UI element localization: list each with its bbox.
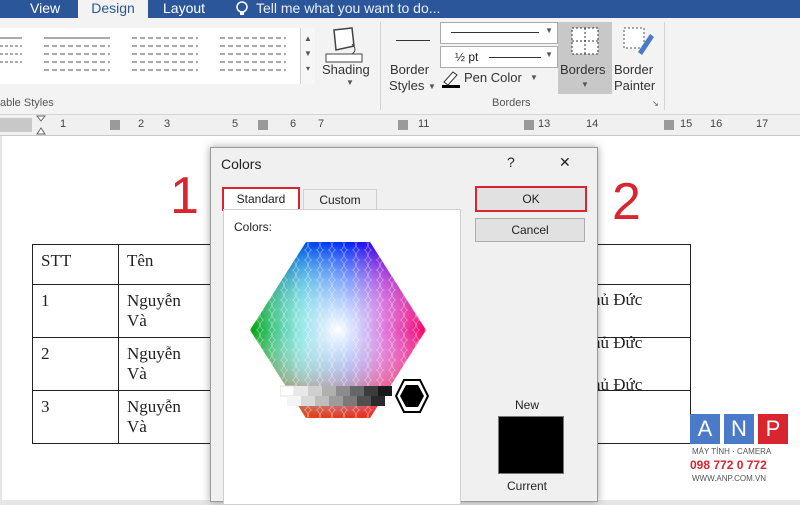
anp-watermark-logo: A N P MÁY TÍNH · CAMERA 098 772 0 772 WW… (688, 414, 800, 500)
colors-dialog: Colors ? ✕ Standard Custom Colors: OK Ca… (210, 147, 598, 505)
new-color-swatch (498, 416, 564, 474)
cancel-button[interactable]: Cancel (475, 218, 585, 242)
table-cell-fragment: hủ Đức (592, 333, 643, 352)
table-style-thumbnails[interactable] (0, 30, 300, 84)
gallery-scroll[interactable]: ▲ ▼ ▾ (300, 28, 315, 84)
ruler-number: 1 (60, 118, 67, 130)
border-painter-icon[interactable] (620, 24, 656, 61)
table-cell[interactable]: 2 (32, 337, 119, 391)
column-marker[interactable] (524, 120, 534, 130)
chevron-down-icon[interactable]: ▼ (428, 82, 436, 91)
column-marker[interactable] (258, 120, 268, 130)
border-styles-label-1[interactable]: Border (390, 62, 429, 77)
lightbulb-icon (234, 0, 250, 18)
close-icon[interactable]: ✕ (559, 154, 571, 171)
tab-custom[interactable]: Custom (303, 189, 377, 210)
table-cell[interactable]: 3 (32, 390, 119, 444)
help-button[interactable]: ? (507, 154, 515, 170)
pen-color-label[interactable]: Pen Color (464, 70, 522, 85)
table-cell[interactable]: Tên (118, 244, 213, 285)
column-marker[interactable] (398, 120, 408, 130)
pen-color-icon[interactable] (441, 70, 461, 91)
border-painter-label-1[interactable]: Border (614, 62, 653, 77)
border-styles-label-2[interactable]: Styles (389, 78, 424, 93)
ruler-number: 7 (318, 118, 325, 130)
new-color-label: New (515, 398, 540, 412)
ruler-number: 16 (710, 118, 723, 130)
table-cell-fragment: hủ Đức (592, 290, 643, 309)
ruler-number: 15 (680, 118, 693, 130)
indent-marker-icon[interactable] (35, 115, 47, 138)
ruler-number: 6 (290, 118, 297, 130)
pen-color-dropdown-icon[interactable]: ▼ (530, 73, 538, 82)
table-cell[interactable]: Nguyễn Và (118, 284, 213, 338)
borders-dropdown-icon[interactable]: ▼ (581, 80, 589, 89)
border-styles-icon[interactable] (396, 40, 430, 41)
column-marker[interactable] (110, 120, 120, 130)
table-cell[interactable]: STT (32, 244, 119, 285)
logo-letter: A (690, 414, 720, 444)
step-1-annotation: 1 (170, 167, 199, 225)
line-weight-dropdown[interactable]: ½ pt ▼ (440, 46, 558, 68)
logo-letter: N (724, 414, 754, 444)
group-separator (380, 22, 381, 110)
table-cell[interactable]: Nguyễn Và (118, 337, 213, 391)
border-painter-label-2[interactable]: Painter (614, 78, 655, 93)
logo-phone: 098 772 0 772 (690, 458, 767, 472)
colors-label: Colors: (234, 220, 273, 234)
ruler-number: 3 (164, 118, 171, 130)
tab-view[interactable]: View (30, 0, 60, 18)
logo-letter: P (758, 414, 788, 444)
borders-group-label: Borders (492, 97, 531, 109)
standard-colors-pane: Colors: (223, 209, 461, 505)
step-2-annotation: 2 (612, 173, 641, 231)
table-cell-fragment: hủ Đức (592, 375, 643, 394)
tab-standard[interactable]: Standard (222, 187, 300, 211)
shading-icon[interactable] (322, 24, 366, 67)
horizontal-ruler[interactable]: 1 2 3 5 6 7 11 13 14 15 16 17 (0, 115, 800, 136)
borders-icon (571, 27, 599, 55)
tell-me-search[interactable]: Tell me what you want to do... (256, 0, 440, 18)
ruler-number: 14 (586, 118, 599, 130)
current-color-label: Current (507, 479, 548, 493)
ruler-number: 17 (756, 118, 769, 130)
table-cell[interactable]: Nguyễn Và (118, 390, 213, 444)
shading-dropdown-icon[interactable]: ▼ (346, 78, 354, 87)
table-cell[interactable]: 1 (32, 284, 119, 338)
ruler-number: 11 (418, 118, 430, 130)
dialog-title: Colors (221, 156, 262, 172)
tab-design[interactable]: Design (78, 0, 148, 18)
logo-tagline: MÁY TÍNH · CAMERA (692, 447, 772, 456)
line-style-dropdown[interactable]: ▼ (440, 22, 558, 44)
line-weight-value: ½ pt (455, 50, 479, 64)
column-marker[interactable] (664, 120, 674, 130)
black-swatch-selected[interactable] (394, 378, 430, 414)
ruler-number: 5 (232, 118, 239, 130)
ok-button[interactable]: OK (475, 186, 587, 212)
group-separator (664, 22, 665, 110)
shading-label[interactable]: Shading (322, 62, 370, 77)
table-styles-group-label: able Styles (0, 97, 54, 109)
ruler-number: 13 (538, 118, 551, 130)
ruler-number: 2 (138, 118, 145, 130)
logo-site: WWW.ANP.COM.VN (692, 474, 767, 483)
tab-layout[interactable]: Layout (163, 0, 205, 18)
dialog-launcher-icon[interactable]: ↘ (652, 99, 659, 108)
borders-label: Borders (560, 62, 606, 77)
